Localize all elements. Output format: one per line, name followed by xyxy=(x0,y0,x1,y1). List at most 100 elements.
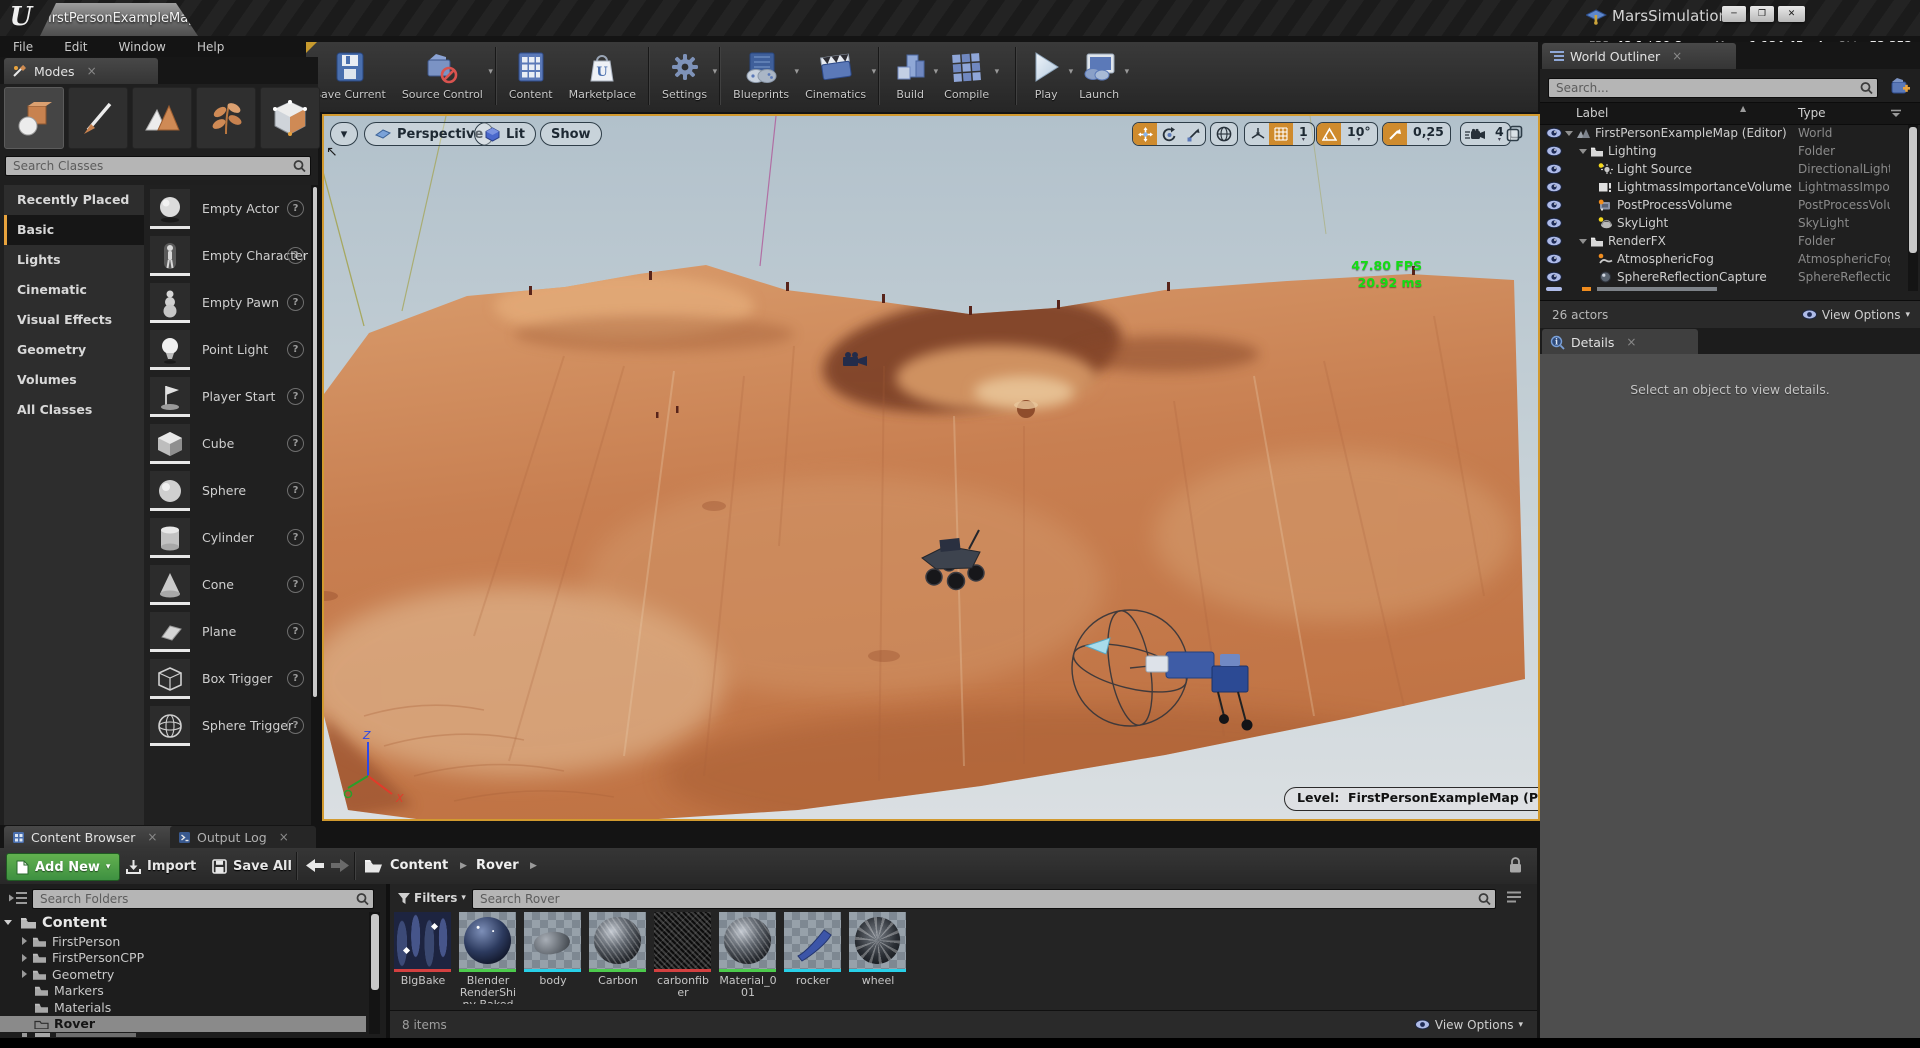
search-assets-input[interactable] xyxy=(472,889,1496,909)
world-transform-button[interactable] xyxy=(1210,122,1238,146)
outliner-row[interactable]: LightmassImportanceVolumeLightmassImport… xyxy=(1540,178,1906,196)
maximize-button[interactable]: ❐ xyxy=(1750,6,1774,22)
viewport-options-button[interactable]: ▾ xyxy=(330,122,358,146)
asset-tile[interactable]: carbonfiber xyxy=(654,912,712,999)
place-item-empty-pawn[interactable]: Empty Pawn? xyxy=(144,279,314,326)
visibility-eye-icon[interactable] xyxy=(1546,271,1562,283)
content-button[interactable]: Content xyxy=(501,45,561,101)
tree-scrollbar[interactable] xyxy=(369,912,380,1034)
help-icon[interactable]: ? xyxy=(287,529,304,546)
help-icon[interactable]: ? xyxy=(287,200,304,217)
scale-snap-button[interactable] xyxy=(1383,123,1407,145)
surface-snap-button[interactable] xyxy=(1245,123,1269,145)
asset-tile[interactable]: rocker xyxy=(784,912,842,987)
maximize-viewport-icon[interactable] xyxy=(1506,125,1523,142)
visibility-eye-icon[interactable] xyxy=(1546,163,1562,175)
viewport-scene[interactable] xyxy=(324,116,1538,819)
save-all-button[interactable]: Save All xyxy=(204,853,300,879)
type-sort-icon[interactable] xyxy=(1890,109,1902,117)
scale-snap-value[interactable]: 0,25▾ xyxy=(1407,126,1450,142)
import-button[interactable]: Import xyxy=(118,853,204,879)
mode-place-button[interactable] xyxy=(4,87,64,149)
breadcrumb-content[interactable]: Content xyxy=(390,858,448,873)
create-world-icon[interactable] xyxy=(1888,78,1910,96)
lock-icon[interactable] xyxy=(1508,856,1523,874)
dropdown-caret-icon[interactable]: ▾ xyxy=(872,67,877,77)
visibility-eye-icon[interactable] xyxy=(1546,253,1562,265)
tab-output-log[interactable]: Output Log × xyxy=(170,826,316,848)
rotate-tool-button[interactable] xyxy=(1157,123,1181,145)
camera-speed-icon[interactable] xyxy=(1461,123,1489,145)
place-item-sphere[interactable]: Sphere? xyxy=(144,467,314,514)
sources-toggle-icon[interactable] xyxy=(8,890,28,906)
search-folders-input[interactable] xyxy=(32,889,374,909)
grid-snap-button[interactable] xyxy=(1269,123,1293,145)
tree-item-firstpersoncpp[interactable]: FirstPersonCPP xyxy=(0,950,366,967)
type-column-header[interactable]: Type xyxy=(1798,106,1826,120)
visibility-eye-icon[interactable] xyxy=(1546,145,1562,157)
expand-arrow-icon[interactable] xyxy=(1579,239,1587,244)
category-volumes[interactable]: Volumes xyxy=(4,365,144,395)
add-new-button[interactable]: Add New ▾ xyxy=(6,853,120,881)
angle-snap-button[interactable] xyxy=(1317,123,1341,145)
back-arrow-icon[interactable] xyxy=(306,857,325,874)
tree-item-materials[interactable]: Materials xyxy=(0,999,366,1016)
modes-scrollbar[interactable] xyxy=(311,185,318,825)
tree-item-markers[interactable]: Markers xyxy=(0,983,366,1000)
outliner-row[interactable]: LightingFolder xyxy=(1540,142,1906,160)
outliner-row[interactable]: PostProcessVolumePostProcessVolume xyxy=(1540,196,1906,214)
help-icon[interactable]: ? xyxy=(287,576,304,593)
source-control-button[interactable]: Source Control ▾ xyxy=(394,45,491,101)
place-item-empty-character[interactable]: Empty Character? xyxy=(144,232,314,279)
place-item-point-light[interactable]: Point Light? xyxy=(144,326,314,373)
build-button[interactable]: Build ▾ xyxy=(884,45,936,101)
asset-tile[interactable]: BlgBake xyxy=(394,912,452,987)
asset-tile[interactable]: Carbon xyxy=(589,912,647,987)
category-all-classes[interactable]: All Classes xyxy=(4,395,144,425)
close-icon[interactable]: × xyxy=(279,830,289,844)
asset-tile[interactable]: wheel xyxy=(849,912,907,987)
visibility-eye-icon[interactable] xyxy=(1546,235,1562,247)
close-icon[interactable]: × xyxy=(1626,335,1636,349)
category-visual-effects[interactable]: Visual Effects xyxy=(4,305,144,335)
close-icon[interactable]: × xyxy=(147,830,157,844)
menu-window[interactable]: Window xyxy=(106,37,179,54)
outliner-view-options-button[interactable]: View Options▾ xyxy=(1802,308,1910,322)
tab-world-outliner[interactable]: World Outliner × xyxy=(1542,43,1736,69)
help-icon[interactable]: ? xyxy=(287,435,304,452)
cb-view-options-button[interactable]: View Options▾ xyxy=(1415,1018,1523,1032)
close-icon[interactable]: × xyxy=(1672,49,1682,63)
collapsed-arrow-icon[interactable] xyxy=(22,954,27,962)
asset-tile[interactable]: Material_001 xyxy=(719,912,777,999)
tab-content-browser[interactable]: Content Browser × xyxy=(4,826,182,848)
dropdown-caret-icon[interactable]: ▾ xyxy=(713,67,718,77)
category-cinematic[interactable]: Cinematic xyxy=(4,275,144,305)
outliner-search-input[interactable] xyxy=(1548,78,1878,98)
place-item-box-trigger[interactable]: Box Trigger? xyxy=(144,655,314,702)
category-geometry[interactable]: Geometry xyxy=(4,335,144,365)
outliner-row[interactable]: RenderFXFolder xyxy=(1540,232,1906,250)
visibility-eye-icon[interactable] xyxy=(1546,199,1562,211)
close-icon[interactable]: × xyxy=(87,64,97,78)
play-button[interactable]: Play ▾ xyxy=(1021,45,1071,101)
blueprints-button[interactable]: Blueprints ▾ xyxy=(725,45,797,101)
place-item-cube[interactable]: Cube? xyxy=(144,420,314,467)
search-classes-input[interactable] xyxy=(5,156,311,176)
category-basic[interactable]: Basic xyxy=(4,215,144,245)
minimize-button[interactable]: ─ xyxy=(1722,6,1746,22)
show-flags-button[interactable]: Show xyxy=(540,122,602,146)
menu-edit[interactable]: Edit xyxy=(51,37,100,54)
breadcrumb-rover[interactable]: Rover xyxy=(476,858,519,873)
mode-landscape-button[interactable] xyxy=(132,87,192,149)
help-icon[interactable]: ? xyxy=(287,670,304,687)
outliner-row[interactable]: FirstPersonExampleMap (Editor)World xyxy=(1540,124,1906,142)
mode-geometry-button[interactable] xyxy=(260,87,320,149)
dropdown-caret-icon[interactable]: ▾ xyxy=(488,67,493,77)
expand-arrow-icon[interactable] xyxy=(1579,149,1587,154)
dropdown-caret-icon[interactable]: ▾ xyxy=(995,67,1000,77)
scale-tool-button[interactable] xyxy=(1181,123,1205,145)
outliner-row[interactable]: SkyLightSkyLight xyxy=(1540,214,1906,232)
cinematics-button[interactable]: Cinematics ▾ xyxy=(797,45,874,101)
expand-arrow-icon[interactable] xyxy=(1565,131,1573,136)
visibility-eye-icon[interactable] xyxy=(1546,181,1562,193)
